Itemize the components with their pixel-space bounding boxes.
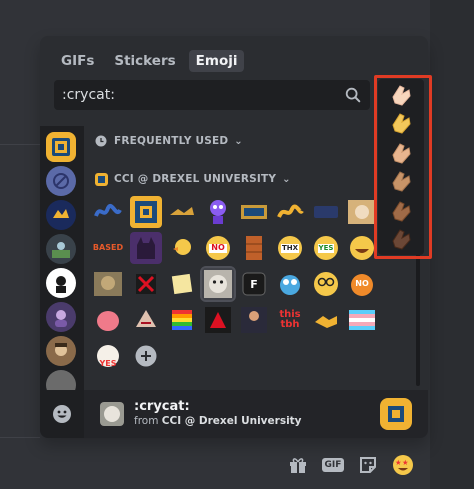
preview-emoji-name: :crycat: [134, 399, 190, 414]
emoji-dragon-gold[interactable] [166, 196, 198, 228]
section-title: CCI @ DREXEL UNIVERSITY [114, 173, 277, 185]
background-divider [0, 144, 40, 145]
message-toolbar: GIF [0, 452, 474, 478]
emoji-button[interactable] [390, 452, 416, 478]
person-icon [56, 276, 66, 293]
emoji-crycat[interactable] [200, 266, 236, 302]
emoji-f-key[interactable]: F [238, 268, 270, 300]
gif-icon: GIF [321, 458, 345, 472]
emoji-preview: :crycat: from CCI @ Drexel University [84, 390, 428, 438]
server-icon[interactable] [46, 268, 76, 298]
crycat-preview-image [100, 402, 124, 426]
server-icon[interactable] [46, 302, 76, 332]
emoji-text: F [250, 277, 258, 291]
emoji-text: NO [355, 279, 369, 288]
plus-icon [135, 345, 157, 367]
preview-server-name: CCI @ Drexel University [161, 415, 302, 427]
emoji-batman[interactable] [130, 232, 162, 264]
emoji-category-smile[interactable] [40, 390, 84, 438]
emoji-brick[interactable] [238, 232, 270, 264]
avatar-icon [55, 310, 67, 327]
tab-gifs[interactable]: GIFs [54, 50, 101, 72]
search-input[interactable] [62, 87, 344, 103]
sticker-button[interactable] [355, 452, 381, 478]
emoji-trans-flag[interactable] [346, 304, 378, 336]
landscape-icon [52, 242, 70, 258]
emoji-text: tbh [280, 319, 300, 330]
emoji-robot-purple[interactable] [202, 196, 234, 228]
emoji-duck[interactable] [166, 232, 198, 264]
emoji-text: YES [317, 243, 335, 253]
gift-button[interactable] [285, 452, 311, 478]
server-icon[interactable] [46, 234, 76, 264]
picker-tabs: GIFs Stickers Emoji [54, 50, 245, 72]
emoji-pride-cat[interactable] [166, 304, 198, 336]
emoji-nerd-face[interactable] [310, 268, 342, 300]
tab-stickers[interactable]: Stickers [107, 50, 182, 72]
emoji-dragon-blue[interactable] [92, 196, 124, 228]
star-eyes-icon [393, 455, 413, 475]
emoji-no-pumpkin[interactable]: NO [346, 268, 378, 300]
character-icon [55, 343, 67, 356]
server-list [40, 126, 84, 390]
server-icon[interactable] [46, 166, 76, 196]
cci-logo-icon [52, 138, 70, 156]
emoji-pink-blob[interactable] [92, 304, 124, 336]
server-icon[interactable] [46, 200, 76, 230]
emoji-cci-logo[interactable] [130, 196, 162, 228]
tab-emoji[interactable]: Emoji [188, 50, 245, 72]
emoji-handshake[interactable] [310, 304, 342, 336]
emoji-text: BASED [92, 243, 124, 252]
preview-from-label: from [134, 415, 162, 427]
emoji-text-blue[interactable] [310, 196, 342, 228]
emoji-picker: GIFs Stickers Emoji:crycat: FREQUENTLY … [40, 36, 428, 438]
preview-source: from CCI @ Drexel University [134, 414, 302, 428]
emoji-text: YES [99, 359, 117, 368]
chevron-down-icon: ⌄ [234, 135, 243, 147]
emoji-yes-cat[interactable]: YES [92, 340, 124, 372]
add-emoji-button[interactable] [130, 340, 162, 372]
emoji-thx-face[interactable]: THX [274, 232, 306, 264]
skin-tone-highlight [374, 75, 432, 259]
emoji-pointing-man[interactable] [238, 304, 270, 336]
preview-text: :crycat: from CCI @ Drexel University [134, 400, 302, 428]
channel-right-strip [430, 0, 474, 489]
section-frequently-used[interactable]: FREQUENTLY USED ⌄ [94, 134, 243, 148]
emoji-tri-logo[interactable] [202, 304, 234, 336]
emoji-based[interactable]: BASED [92, 232, 124, 264]
emoji-red-shape[interactable] [130, 268, 162, 300]
emoji-drexel-sign[interactable] [238, 196, 270, 228]
smile-icon [53, 405, 71, 423]
search-icon[interactable] [344, 86, 362, 104]
emoji-gopher[interactable] [274, 268, 306, 300]
emoji-otter[interactable] [92, 268, 124, 300]
gift-icon [290, 458, 306, 473]
cci-server-icon [94, 172, 108, 186]
server-cci-drexel[interactable] [46, 132, 76, 162]
emoji-this-tbh[interactable]: this tbh [274, 304, 306, 336]
section-title: FREQUENTLY USED [114, 135, 229, 147]
blocked-icon [53, 173, 69, 189]
emoji-note[interactable] [166, 268, 198, 300]
server-icon[interactable] [46, 336, 76, 366]
server-icon[interactable] [46, 370, 76, 390]
emoji-yes-face[interactable]: YES [310, 232, 342, 264]
dragon-icon [53, 209, 69, 218]
emoji-text: THX [280, 243, 300, 253]
clock-icon [94, 134, 108, 148]
emoji-no-face[interactable]: NO [202, 232, 234, 264]
preview-server-icon [380, 398, 412, 430]
emoji-shark[interactable] [130, 304, 162, 336]
sticker-icon [360, 457, 376, 473]
gif-button[interactable]: GIF [320, 452, 346, 478]
section-cci-drexel[interactable]: CCI @ DREXEL UNIVERSITY ⌄ [94, 172, 291, 186]
chevron-down-icon: ⌄ [282, 173, 291, 185]
emoji-dragon-yellow[interactable] [274, 196, 306, 228]
background-divider [0, 437, 40, 438]
emoji-text: NO [211, 243, 225, 252]
emoji-search [54, 80, 370, 110]
